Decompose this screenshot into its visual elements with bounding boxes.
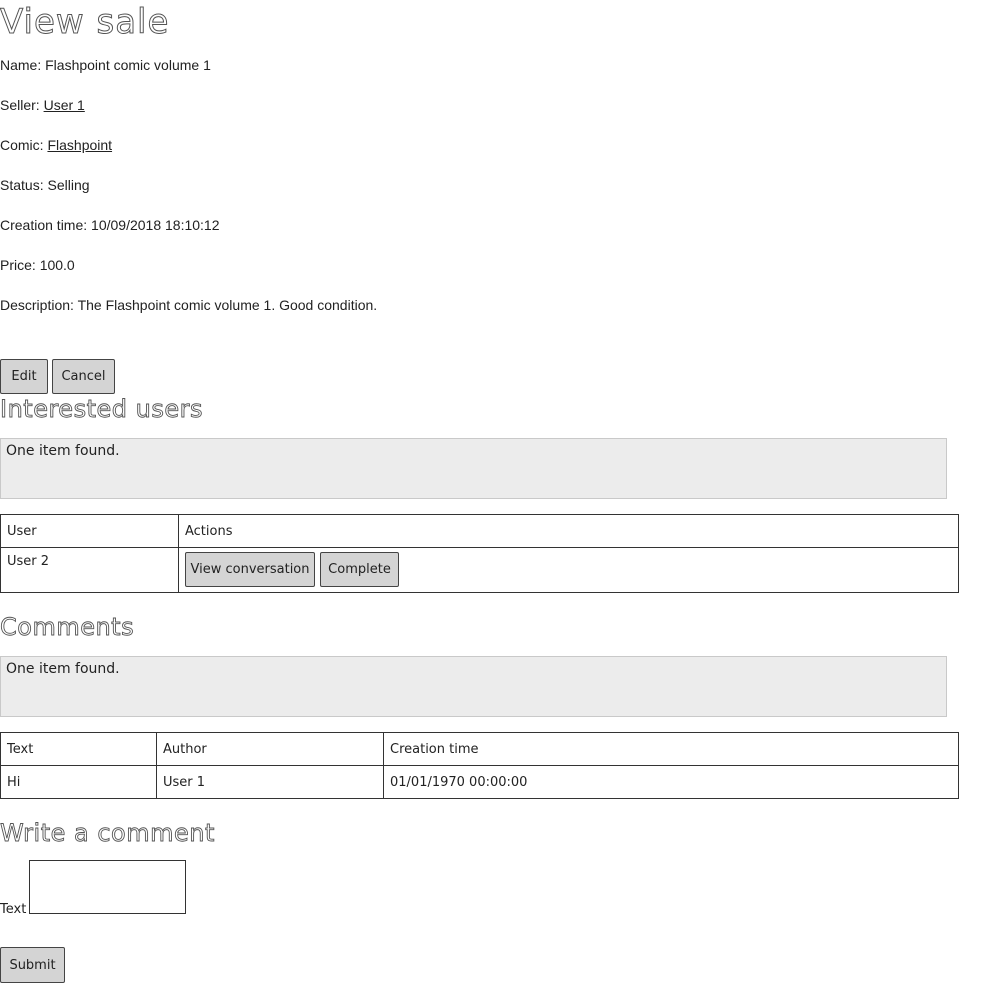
submit-button[interactable]: Submit (0, 947, 65, 983)
comments-heading: Comments (0, 613, 135, 642)
seller-link[interactable]: User 1 (44, 97, 85, 113)
sale-description-field: Description: The Flashpoint comic volume… (0, 297, 377, 313)
seller-label: Seller: (0, 97, 40, 113)
interested-users-summary: One item found. (0, 438, 947, 499)
interested-users-heading: Interested users (0, 395, 203, 424)
column-header-user: User (0, 514, 179, 548)
price-value: 100.0 (39, 257, 75, 273)
user-cell: User 2 (0, 547, 179, 593)
column-header-author: Author (156, 732, 384, 766)
complete-button[interactable]: Complete (320, 552, 399, 587)
sale-comic-field: Comic: Flashpoint (0, 137, 112, 153)
sale-status-field: Status: Selling (0, 177, 90, 193)
edit-button[interactable]: Edit (0, 359, 48, 394)
comic-label: Comic: (0, 137, 44, 153)
interested-users-table: User Actions User 2 View conversation Co… (0, 514, 959, 593)
comment-created-cell: 01/01/1970 00:00:00 (383, 765, 959, 799)
sale-price-field: Price: 100.0 (0, 257, 75, 273)
column-header-actions: Actions (178, 514, 959, 548)
actions-cell: View conversation Complete (178, 547, 959, 593)
comment-text-label: Text (0, 902, 27, 917)
creation-time-label: Creation time: (0, 217, 88, 233)
sale-seller-field: Seller: User 1 (0, 97, 85, 113)
table-row: Hi User 1 01/01/1970 00:00:00 (0, 765, 959, 799)
cancel-button[interactable]: Cancel (52, 359, 115, 394)
table-header-row: User Actions (0, 514, 959, 548)
creation-time-value: 10/09/2018 18:10:12 (91, 217, 220, 233)
comment-text-cell: Hi (0, 765, 157, 799)
status-label: Status: (0, 177, 44, 193)
name-value: Flashpoint comic volume 1 (45, 57, 211, 73)
table-header-row: Text Author Creation time (0, 732, 959, 766)
column-header-creation-time: Creation time (383, 732, 959, 766)
comment-author-cell: User 1 (156, 765, 384, 799)
comments-table: Text Author Creation time Hi User 1 01/0… (0, 732, 959, 799)
sale-creation-time-field: Creation time: 10/09/2018 18:10:12 (0, 217, 220, 233)
description-value: The Flashpoint comic volume 1. Good cond… (77, 297, 378, 313)
comment-text-input[interactable] (29, 860, 186, 914)
page-title: View sale (0, 2, 170, 43)
comments-summary: One item found. (0, 656, 947, 717)
sale-name-field: Name: Flashpoint comic volume 1 (0, 57, 211, 73)
name-label: Name: (0, 57, 42, 73)
status-value: Selling (47, 177, 90, 193)
view-conversation-button[interactable]: View conversation (185, 552, 315, 587)
column-header-text: Text (0, 732, 157, 766)
price-label: Price: (0, 257, 36, 273)
write-comment-heading: Write a comment (0, 819, 215, 848)
comic-link[interactable]: Flashpoint (47, 137, 112, 153)
table-row: User 2 View conversation Complete (0, 547, 959, 593)
description-label: Description: (0, 297, 74, 313)
